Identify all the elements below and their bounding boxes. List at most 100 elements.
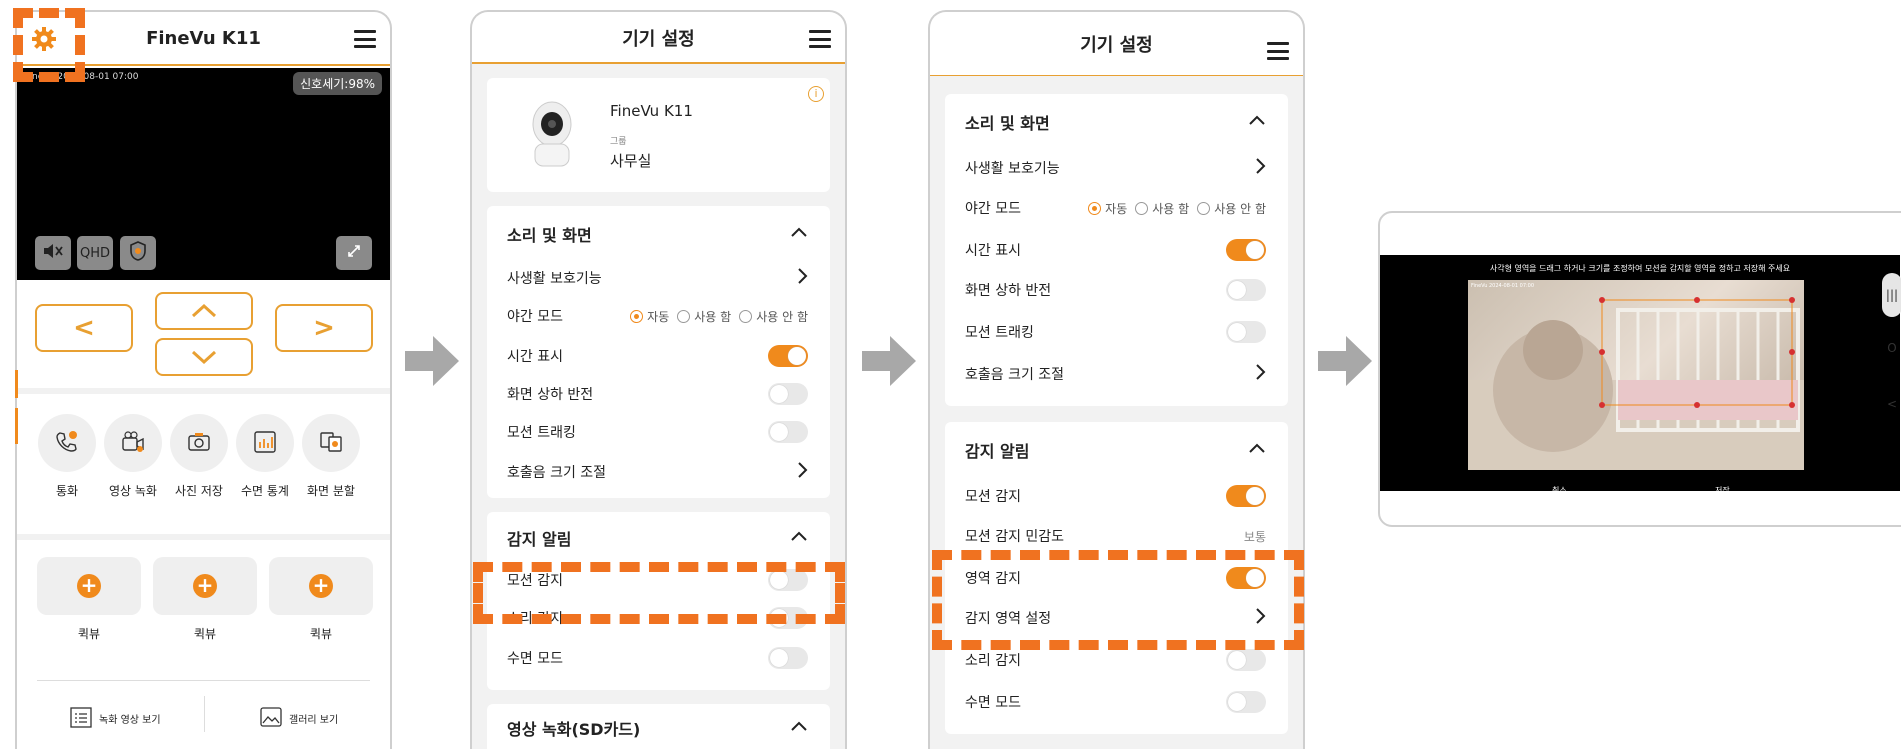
call-volume-row[interactable]: 호출음 크기 조절 [507, 458, 808, 486]
time-display-toggle[interactable] [768, 345, 808, 367]
detection-header[interactable]: 감지 알림 [965, 436, 1266, 464]
photo-save-button[interactable]: 사진 저장 [169, 414, 229, 499]
edge-marker [15, 370, 18, 398]
sleep-mode-toggle[interactable] [768, 647, 808, 669]
settings-title: 기기 설정 [1080, 35, 1153, 56]
chevron-left-icon: < [73, 313, 95, 343]
sound-screen-header[interactable]: 소리 및 화면 [507, 220, 808, 248]
recording-header[interactable]: 영상 녹화(SD카드) [507, 714, 808, 742]
night-mode-options: 자동 사용 함 사용 안 함 [1088, 200, 1266, 217]
sound-screen-card: 소리 및 화면 사생활 보호기능 야간 모드 자동 사용 함 사용 안 함 시간… [487, 206, 830, 498]
flip-toggle[interactable] [1226, 279, 1266, 301]
save-button[interactable]: 저장 [1715, 485, 1730, 496]
quickview-label: 퀵뷰 [77, 627, 101, 641]
flip-label: 화면 상하 반전 [507, 387, 594, 403]
privacy-row[interactable]: 사생활 보호기능 [507, 264, 808, 292]
sleep-stats-button[interactable]: 수면 통계 [235, 414, 295, 499]
back-button[interactable]: < [1882, 397, 1901, 411]
radio-off[interactable]: 사용 안 함 [1197, 200, 1266, 217]
tilt-down-button[interactable] [155, 338, 253, 376]
motion-detect-toggle[interactable] [1226, 485, 1266, 507]
split-screen-icon [318, 429, 344, 458]
menu-icon[interactable] [1267, 42, 1289, 60]
radio-on[interactable]: 사용 함 [677, 308, 731, 325]
recorded-video-link[interactable]: 녹화 영상 보기 [69, 705, 161, 732]
pan-left-button[interactable]: < [35, 304, 133, 352]
radio-auto[interactable]: 자동 [1088, 200, 1127, 217]
motion-tracking-label: 모션 트래킹 [507, 425, 576, 441]
speaker-muted-icon [42, 242, 64, 264]
photo-save-label: 사진 저장 [175, 484, 223, 498]
cancel-button[interactable]: 취소 [1552, 485, 1567, 496]
shield-button[interactable] [120, 236, 156, 270]
area-instruction: 사각형 영역을 드래그 하거나 크기를 조정하여 모션을 감지할 영역을 정하고… [1489, 264, 1791, 273]
time-display-row: 시간 표시 [507, 342, 808, 370]
motion-tracking-toggle[interactable] [768, 421, 808, 443]
flip-row: 화면 상하 반전 [965, 276, 1266, 304]
quality-button[interactable]: QHD [77, 236, 113, 270]
chart-icon [252, 429, 278, 458]
sound-detect-row: 소리 감지 [965, 646, 1266, 674]
app-title: FineVu K11 [146, 27, 261, 49]
sound-screen-card: 소리 및 화면 사생활 보호기능 야간 모드 자동 사용 함 사용 안 함 시간… [945, 94, 1288, 406]
chevron-right-icon: > [313, 313, 335, 343]
quickview-label: 퀵뷰 [309, 627, 333, 641]
sensitivity-row[interactable]: 모션 감지 민감도 보통 [965, 522, 1266, 550]
call-volume-row[interactable]: 호출음 크기 조절 [965, 360, 1266, 388]
quickview-slot[interactable]: + 퀵뷰 [153, 557, 257, 642]
menu-icon[interactable] [354, 30, 376, 48]
chevron-up-icon [790, 530, 808, 546]
camera-icon [186, 429, 212, 458]
section-title: 감지 알림 [965, 442, 1030, 461]
sound-detect-toggle[interactable] [1226, 649, 1266, 671]
recorded-video-label: 녹화 영상 보기 [99, 715, 161, 726]
info-icon[interactable]: i [808, 86, 824, 102]
call-button[interactable]: 통화 [37, 414, 97, 499]
add-icon: + [193, 574, 217, 598]
radio-off[interactable]: 사용 안 함 [739, 308, 808, 325]
motion-tracking-row: 모션 트래킹 [965, 318, 1266, 346]
chevron-up-icon [790, 720, 808, 736]
detection-header[interactable]: 감지 알림 [507, 524, 808, 552]
menu-icon[interactable] [809, 30, 831, 48]
privacy-label: 사생활 보호기능 [965, 161, 1060, 177]
video-record-button[interactable]: 영상 녹화 [103, 414, 163, 499]
chevron-up-icon [790, 226, 808, 242]
video-record-icon [120, 429, 146, 458]
sound-screen-header[interactable]: 소리 및 화면 [965, 108, 1266, 136]
sound-detect-label: 소리 감지 [965, 653, 1021, 669]
section-title: 소리 및 화면 [965, 114, 1050, 133]
signal-badge: 신호세기:98% [293, 72, 382, 95]
sleep-stats-label: 수면 통계 [241, 484, 289, 498]
flip-toggle[interactable] [768, 383, 808, 405]
home-button[interactable]: O [1882, 341, 1901, 355]
video-record-label: 영상 녹화 [109, 484, 157, 498]
gallery-link[interactable]: 갤러리 보기 [259, 705, 338, 732]
time-display-label: 시간 표시 [507, 349, 563, 365]
sleep-mode-row: 수면 모드 [507, 644, 808, 672]
radio-on[interactable]: 사용 함 [1135, 200, 1189, 217]
time-display-toggle[interactable] [1226, 239, 1266, 261]
sleep-mode-toggle[interactable] [1226, 691, 1266, 713]
pan-right-button[interactable]: > [275, 304, 373, 352]
mute-button[interactable] [35, 236, 71, 270]
settings-title: 기기 설정 [622, 29, 695, 50]
live-video[interactable]: FineVu 2024-08-01 07:00 신호세기:98% QHD [17, 68, 390, 280]
flip-row: 화면 상하 반전 [507, 380, 808, 408]
night-mode-row: 야간 모드 자동 사용 함 사용 안 함 [965, 194, 1266, 222]
sensitivity-value: 보통 [1243, 529, 1266, 544]
recent-apps-button[interactable]: ||| [1882, 273, 1901, 317]
motion-tracking-toggle[interactable] [1226, 321, 1266, 343]
split-screen-button[interactable]: 화면 분할 [301, 414, 361, 499]
tilt-up-button[interactable] [155, 292, 253, 330]
quickview-slot[interactable]: + 퀵뷰 [37, 557, 141, 642]
quickview-slot[interactable]: + 퀵뷰 [269, 557, 373, 642]
night-mode-label: 야간 모드 [965, 201, 1021, 217]
settings-header: 기기 설정 [930, 12, 1303, 76]
privacy-row[interactable]: 사생활 보호기능 [965, 154, 1266, 182]
radio-auto[interactable]: 자동 [630, 308, 669, 325]
fullscreen-button[interactable] [336, 236, 372, 270]
time-display-row: 시간 표시 [965, 236, 1266, 264]
add-icon: + [77, 574, 101, 598]
motion-tracking-row: 모션 트래킹 [507, 418, 808, 446]
